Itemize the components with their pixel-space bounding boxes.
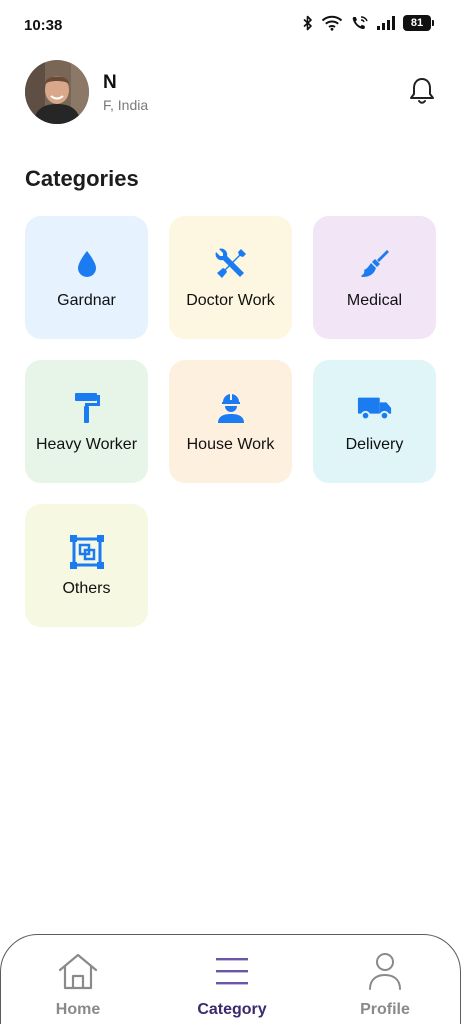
category-card-heavy-worker[interactable]: Heavy Worker (25, 360, 148, 483)
bottom-navigation: Home Category Profile (0, 934, 461, 1024)
profile-header: N F, India (25, 60, 436, 124)
category-card-gardnar[interactable]: Gardnar (25, 216, 148, 339)
bluetooth-icon (303, 15, 313, 31)
nav-label-category: Category (197, 1001, 267, 1018)
user-info: N F, India (103, 71, 148, 113)
profile-icon (363, 949, 407, 993)
battery-icon: 81 (403, 15, 434, 31)
nav-label-profile: Profile (360, 1001, 410, 1018)
bell-icon[interactable] (408, 76, 436, 106)
wifi-icon (321, 15, 343, 31)
paint-roller-icon (69, 390, 105, 426)
wifi-call-icon (351, 15, 369, 31)
category-label: Medical (346, 291, 403, 309)
nav-home[interactable]: Home (18, 949, 138, 1019)
category-label: Heavy Worker (35, 435, 138, 453)
category-card-delivery[interactable]: Delivery (313, 360, 436, 483)
tools-icon (213, 246, 249, 282)
category-label: Delivery (345, 435, 404, 453)
water-drop-icon (69, 246, 105, 282)
signal-icon (377, 16, 395, 30)
nav-profile[interactable]: Profile (325, 949, 445, 1019)
home-icon (56, 949, 100, 993)
categories-title: Categories (25, 166, 139, 191)
status-icons: 81 (303, 15, 434, 31)
construction-worker-icon (213, 390, 249, 426)
status-time: 10:38 (24, 17, 63, 34)
nav-category[interactable]: Category (172, 949, 292, 1019)
category-card-house-work[interactable]: House Work (169, 360, 292, 483)
user-name: N (103, 72, 117, 93)
category-label: Others (62, 579, 111, 597)
category-label: House Work (186, 435, 275, 453)
category-card-others[interactable]: Others (25, 504, 148, 627)
avatar[interactable] (25, 60, 89, 124)
user-location: F, India (103, 97, 149, 113)
broom-icon (357, 246, 393, 282)
category-card-doctor-work[interactable]: Doctor Work (169, 216, 292, 339)
category-grid: Gardnar Doctor Work Medical Heavy Worker… (25, 216, 436, 627)
menu-icon (210, 949, 254, 993)
nav-label-home: Home (55, 1001, 101, 1018)
category-label: Doctor Work (186, 291, 275, 309)
category-label: Gardnar (57, 291, 116, 309)
category-card-medical[interactable]: Medical (313, 216, 436, 339)
select-frame-icon (69, 534, 105, 570)
status-bar: 10:38 81 (0, 0, 461, 52)
truck-icon (357, 390, 393, 426)
